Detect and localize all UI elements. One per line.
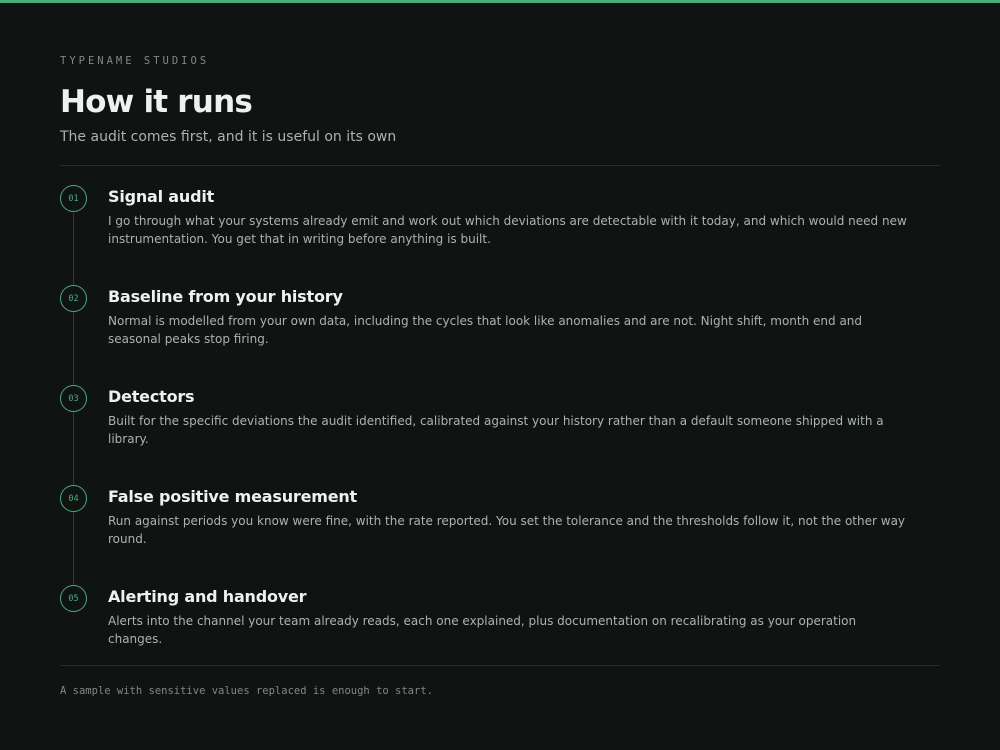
step-false-positive-measurement: 04 False positive measurement Run agains…	[60, 485, 940, 585]
page-subtitle: The audit comes first, and it is useful …	[60, 129, 397, 145]
step-description: Built for the specific deviations the au…	[108, 414, 884, 446]
step-number-badge: 03	[60, 385, 87, 412]
step-description: I go through what your systems already e…	[108, 214, 907, 246]
step-number-badge: 05	[60, 585, 87, 612]
step-signal-audit: 01 Signal audit I go through what your s…	[60, 185, 940, 285]
step-number-badge: 04	[60, 485, 87, 512]
bottom-divider	[60, 665, 940, 666]
step-alerting-handover: 05 Alerting and handover Alerts into the…	[60, 585, 940, 685]
top-divider	[60, 165, 940, 166]
accent-top-bar	[0, 0, 1000, 3]
step-title: Signal audit	[108, 187, 215, 206]
step-title: Baseline from your history	[108, 287, 343, 306]
footer-note: A sample with sensitive values replaced …	[60, 685, 433, 697]
step-description: Run against periods you know were fine, …	[108, 514, 906, 546]
step-description: Alerts into the channel your team alread…	[108, 614, 857, 646]
step-description: Normal is modelled from your own data, i…	[108, 314, 863, 346]
studio-eyebrow: TYPENAME STUDIOS	[60, 55, 210, 67]
step-title: Alerting and handover	[108, 587, 307, 606]
step-baseline: 02 Baseline from your history Normal is …	[60, 285, 940, 385]
page-title: How it runs	[60, 84, 253, 120]
step-detectors: 03 Detectors Built for the specific devi…	[60, 385, 940, 485]
step-title: False positive measurement	[108, 487, 357, 506]
step-number-badge: 02	[60, 285, 87, 312]
step-title: Detectors	[108, 387, 195, 406]
step-number-badge: 01	[60, 185, 87, 212]
